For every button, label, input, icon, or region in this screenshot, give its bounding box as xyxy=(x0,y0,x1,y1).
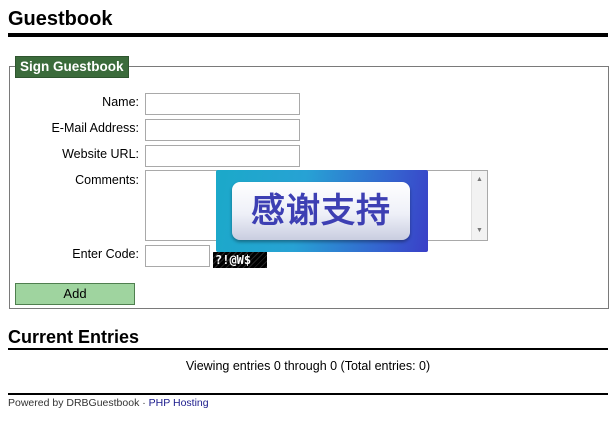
sign-guestbook-legend: Sign Guestbook xyxy=(15,56,129,78)
comments-scrollbar[interactable]: ▲ ▼ xyxy=(471,171,487,240)
captcha-code-field[interactable] xyxy=(145,245,210,267)
php-hosting-link[interactable]: PHP Hosting xyxy=(149,397,209,409)
page-title: Guestbook xyxy=(8,6,608,37)
website-label: Website URL: xyxy=(62,147,139,161)
add-button[interactable]: Add xyxy=(15,283,135,305)
comments-label: Comments: xyxy=(75,173,139,187)
scroll-down-icon[interactable]: ▼ xyxy=(472,224,487,238)
footer-divider xyxy=(8,393,608,395)
email-label: E-Mail Address: xyxy=(51,121,139,135)
current-entries-heading: Current Entries xyxy=(8,326,608,350)
name-field[interactable] xyxy=(145,93,300,115)
entries-summary: Viewing entries 0 through 0 (Total entri… xyxy=(185,359,431,373)
thanks-banner-text: 感谢支持 xyxy=(232,182,410,240)
footer-separator: · xyxy=(139,397,149,409)
thanks-banner[interactable]: 感谢支持 xyxy=(216,170,428,252)
scroll-up-icon[interactable]: ▲ xyxy=(472,173,487,187)
code-label: Enter Code: xyxy=(72,247,139,261)
powered-by-text: Powered by DRBGuestbook xyxy=(8,397,140,409)
name-label: Name: xyxy=(102,95,139,109)
website-field[interactable] xyxy=(145,145,300,167)
captcha-image: ?!@W$ xyxy=(213,252,267,268)
footer: Powered by DRBGuestbook · PHP Hosting xyxy=(8,396,209,410)
email-field[interactable] xyxy=(145,119,300,141)
